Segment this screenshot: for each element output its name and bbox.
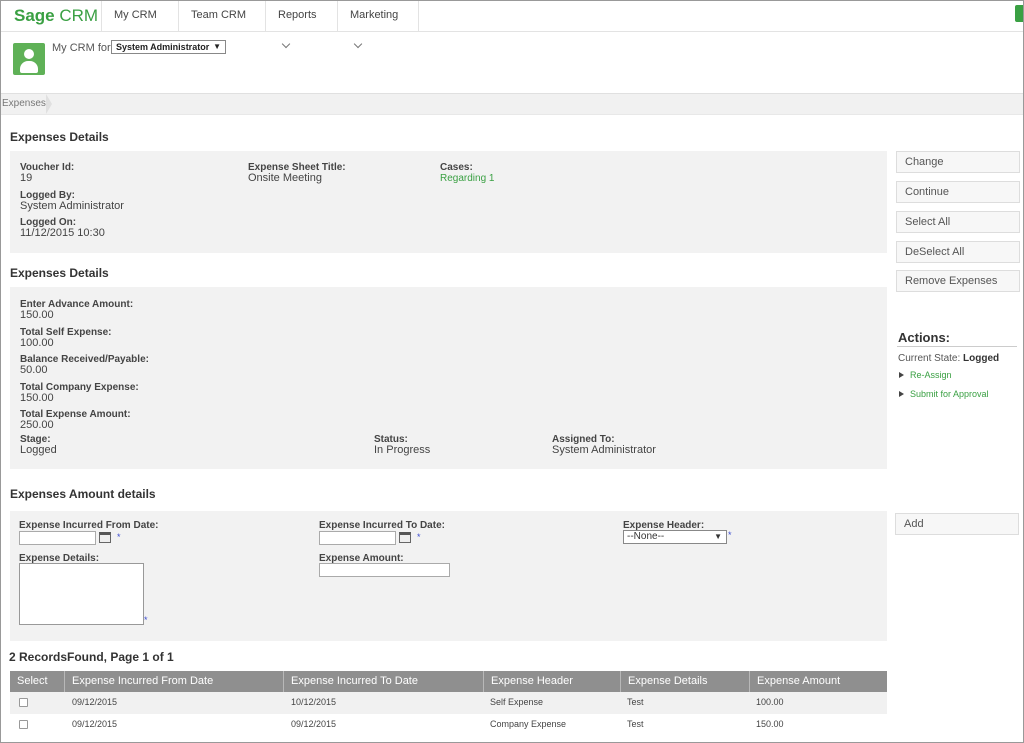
required-marker: * [728,530,732,540]
total-company-expense-value: 150.00 [20,392,54,404]
cases-label: Cases: [440,162,473,173]
expenses-amount-details-title: Expenses Amount details [10,487,156,501]
remove-expenses-button[interactable]: Remove Expenses [896,270,1020,292]
column-expense-header[interactable]: Expense Header [484,671,621,692]
row-checkbox[interactable] [19,698,28,707]
required-marker: * [417,532,421,542]
expense-sheet-title-value: Onsite Meeting [248,172,322,184]
nav-my-crm[interactable]: My CRM [101,0,178,49]
stage-value: Logged [20,444,57,456]
voucher-id-value: 19 [20,172,33,184]
user-select[interactable]: System Administrator ▼ [111,40,226,54]
top-navigation-bar: Sage CRM My CRM Team CRM Reports Marketi… [0,0,1024,49]
row-from-date-link[interactable]: 09/12/2015 [72,697,117,707]
nav-marketing[interactable]: Marketing [337,0,419,49]
nav-team-crm[interactable]: Team CRM [178,0,265,49]
expense-amount-input[interactable] [319,563,450,577]
actions-divider [897,346,1017,347]
table-row: 09/12/2015 10/12/2015 Self Expense Test … [10,692,887,714]
actions-title: Actions: [898,330,950,345]
row-from-date-link[interactable]: 09/12/2015 [72,719,117,729]
column-from-date[interactable]: Expense Incurred From Date [65,671,284,692]
to-date-label: Expense Incurred To Date: [319,520,445,531]
add-button[interactable]: Add [895,513,1019,535]
deselect-all-button[interactable]: DeSelect All [896,241,1020,263]
logged-by-value: System Administrator [20,200,124,212]
from-date-label: Expense Incurred From Date: [19,520,159,531]
row-expense-amount: 100.00 [756,697,784,707]
dropdown-arrow-icon: ▼ [714,532,722,541]
assigned-to-value: System Administrator [552,444,656,456]
row-expense-details: Test [627,719,644,729]
logged-on-value: 11/12/2015 10:30 [20,227,105,239]
breadcrumb: Expenses [0,93,1024,115]
sage-crm-logo[interactable]: Sage CRM [14,6,98,26]
select-all-button[interactable]: Select All [896,211,1020,233]
calendar-icon[interactable] [399,532,411,543]
advance-amount-value: 150.00 [20,309,54,321]
row-checkbox[interactable] [19,720,28,729]
to-date-input[interactable] [319,531,396,545]
triangle-right-icon [899,391,904,397]
dropdown-arrow-icon: ▼ [213,42,221,51]
nav-reports[interactable]: Reports [265,0,337,49]
expenses-summary-panel: Enter Advance Amount: 150.00 Total Self … [10,287,887,469]
table-header: Select Expense Incurred From Date Expens… [10,671,887,692]
calendar-icon[interactable] [99,532,111,543]
avatar-body-icon [20,61,38,73]
expense-header-select[interactable]: --None-- ▼ [623,530,727,544]
balance-value: 50.00 [20,364,48,376]
my-crm-for-label: My CRM for: [52,42,114,54]
total-expense-amount-value: 250.00 [20,419,54,431]
status-value: In Progress [374,444,431,456]
expenses-details-title: Expenses Details [10,130,109,144]
table-row: 09/12/2015 09/12/2015 Company Expense Te… [10,714,887,736]
expense-details-textarea[interactable] [19,563,144,625]
triangle-right-icon [899,372,904,378]
records-summary: 2 RecordsFound, Page 1 of 1 [9,650,174,664]
chevron-down-icon [281,39,291,49]
column-expense-details[interactable]: Expense Details [621,671,750,692]
current-state: Current State: Logged [898,353,1000,364]
user-avatar [13,43,45,75]
action-submit-for-approval[interactable]: Submit for Approval [899,389,989,399]
expenses-summary-title: Expenses Details [10,266,109,280]
expenses-details-panel: Voucher Id: 19 Expense Sheet Title: Onsi… [10,151,887,253]
corner-badge-icon[interactable] [1015,5,1024,22]
column-to-date[interactable]: Expense Incurred To Date [284,671,484,692]
row-to-date: 09/12/2015 [291,719,337,729]
chevron-down-icon [353,39,363,49]
cases-link[interactable]: Regarding 1 [440,173,494,184]
column-select[interactable]: Select [10,671,65,692]
continue-button[interactable]: Continue [896,181,1020,203]
row-expense-amount: 150.00 [756,719,784,729]
row-expense-header: Self Expense [490,697,544,707]
from-date-input[interactable] [19,531,96,545]
total-self-expense-value: 100.00 [20,337,54,349]
row-expense-details: Test [627,697,644,707]
column-expense-amount[interactable]: Expense Amount [750,671,887,692]
breadcrumb-expenses[interactable]: Expenses [2,98,46,109]
expenses-amount-panel: Expense Incurred From Date: * Expense In… [10,511,887,641]
breadcrumb-arrow-icon [46,94,52,114]
row-expense-header: Company Expense [490,719,567,729]
row-to-date: 10/12/2015 [291,697,337,707]
avatar-head-icon [24,49,34,59]
change-button[interactable]: Change [896,151,1020,173]
action-reassign[interactable]: Re-Assign [899,370,952,380]
required-marker: * [144,615,148,625]
required-marker: * [117,532,121,542]
